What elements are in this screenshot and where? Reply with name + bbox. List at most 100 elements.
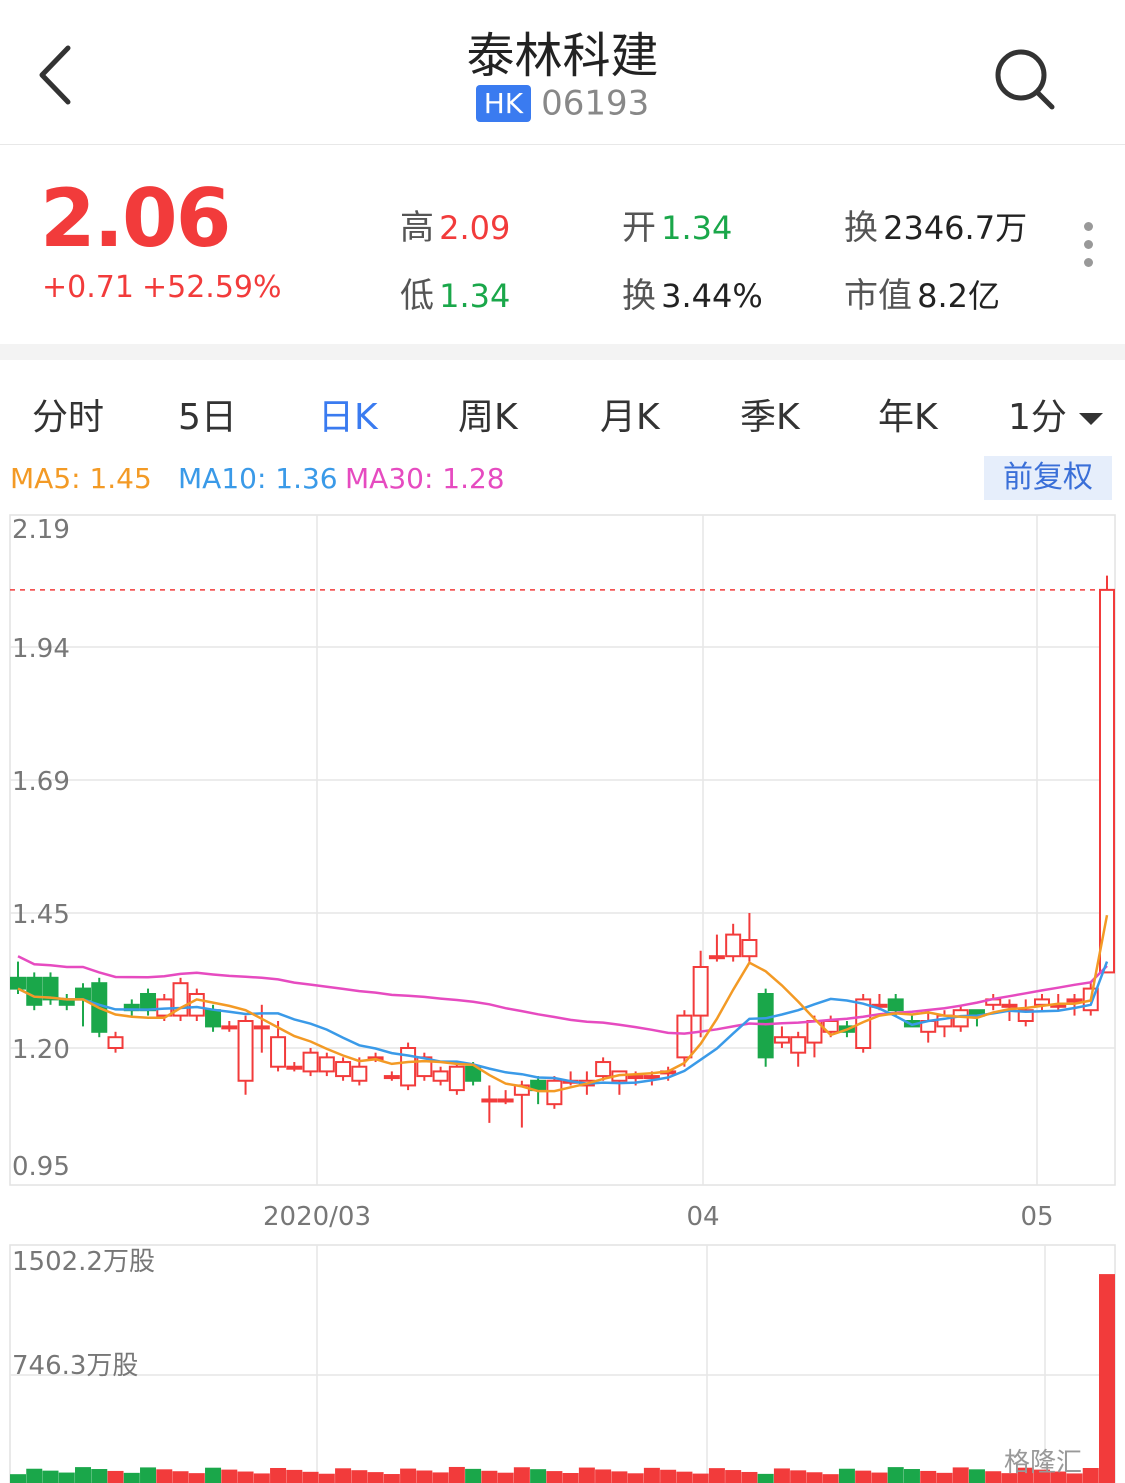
volume-bar <box>497 1472 514 1483</box>
volume-bar <box>123 1472 140 1483</box>
volume-tick-label: 746.3万股 <box>12 1351 138 1381</box>
volume-bar <box>237 1471 254 1483</box>
volume-bar <box>221 1469 238 1483</box>
volume-bar <box>75 1467 92 1483</box>
candle-body <box>627 1075 644 1080</box>
volume-bar <box>822 1474 839 1483</box>
candle-body <box>107 1036 124 1049</box>
candle-body <box>757 993 774 1059</box>
x-tick-label: 05 <box>1020 1202 1053 1232</box>
volume-bar <box>741 1471 758 1483</box>
y-tick-label: 2.19 <box>12 515 70 545</box>
volume-bar <box>302 1471 319 1483</box>
volume-bar <box>790 1470 807 1483</box>
volume-bar <box>611 1471 628 1483</box>
volume-bar <box>903 1469 920 1483</box>
volume-bar <box>985 1471 1002 1483</box>
candle-body <box>10 976 26 990</box>
volume-bar <box>806 1472 823 1483</box>
volume-bar <box>42 1470 59 1483</box>
candle-body <box>1099 588 1115 974</box>
volume-bar <box>513 1467 530 1483</box>
candle-body <box>253 1025 270 1030</box>
volume-bar <box>887 1467 904 1483</box>
candle-body <box>595 1061 612 1078</box>
volume-bar <box>156 1469 173 1483</box>
candle-body <box>383 1075 400 1080</box>
y-tick-label: 0.95 <box>12 1152 70 1182</box>
candle-body <box>692 966 709 1017</box>
volume-bar <box>188 1473 205 1483</box>
volume-bar <box>920 1470 937 1483</box>
volume-bar <box>627 1473 644 1483</box>
candle-body <box>790 1036 807 1054</box>
volume-bar <box>351 1470 368 1483</box>
volume-bar <box>676 1471 693 1483</box>
volume-bar <box>952 1467 969 1483</box>
chart-frame <box>9 514 1116 1186</box>
volume-bar <box>286 1469 303 1483</box>
volume-bar <box>855 1470 872 1483</box>
volume-bar <box>318 1473 335 1483</box>
candle-body <box>335 1061 352 1078</box>
candle-body <box>676 1014 693 1059</box>
volume-bar <box>546 1471 563 1483</box>
candle-body <box>432 1070 449 1082</box>
candle-body <box>952 1009 969 1028</box>
volume-bar <box>140 1467 157 1483</box>
volume-bar <box>578 1467 595 1483</box>
volume-bar <box>432 1472 449 1483</box>
volume-bar <box>708 1468 725 1483</box>
candle-body <box>773 1036 790 1044</box>
volume-bar <box>530 1469 547 1483</box>
candle-body <box>351 1065 368 1082</box>
volume-bar <box>1099 1274 1115 1483</box>
volume-bar <box>448 1466 465 1483</box>
watermark-logo: 格隆汇 <box>1004 1448 1083 1478</box>
candle-body <box>140 993 157 1012</box>
volume-bar <box>595 1469 612 1483</box>
candle-body <box>221 1025 238 1030</box>
y-tick-label: 1.20 <box>12 1035 70 1065</box>
candle-body <box>497 1098 514 1103</box>
volume-bar <box>205 1467 222 1483</box>
volume-bar <box>416 1470 433 1483</box>
volume-bar <box>871 1472 888 1483</box>
candle-body <box>448 1065 465 1092</box>
x-tick-label: 04 <box>686 1202 719 1232</box>
volume-bar <box>757 1473 774 1483</box>
candle-body <box>1001 1003 1018 1008</box>
volume-bar <box>383 1474 400 1483</box>
candle-body <box>546 1079 563 1106</box>
y-tick-label: 1.94 <box>12 634 70 664</box>
volume-bar <box>172 1471 189 1483</box>
candle-body <box>708 955 725 960</box>
candle-body <box>741 939 758 958</box>
candle-body <box>237 1020 254 1082</box>
volume-bar <box>643 1467 660 1483</box>
candle-body <box>205 1009 222 1028</box>
candle-body <box>286 1065 303 1070</box>
candle-body <box>643 1075 660 1080</box>
volume-bar <box>107 1470 124 1483</box>
volume-bar <box>936 1472 953 1483</box>
volume-bar <box>367 1472 384 1483</box>
candle-body <box>318 1056 335 1073</box>
volume-bar <box>10 1474 26 1483</box>
volume-bar <box>270 1467 287 1483</box>
candle-body <box>188 993 205 1017</box>
candle-body <box>26 976 43 1006</box>
volume-bar <box>968 1469 985 1483</box>
candle-body <box>725 933 742 958</box>
volume-bar <box>335 1468 352 1483</box>
volume-bar <box>838 1468 855 1483</box>
volume-frame <box>9 1244 1116 1483</box>
candlestick-chart[interactable]: 2.19 1.94 1.69 1.45 1.20 0.95 2020/03 04 05 1502.… <box>0 0 1125 1483</box>
y-tick-label: 1.45 <box>12 900 70 930</box>
volume-bar <box>465 1468 482 1483</box>
volume-bar <box>773 1468 790 1483</box>
volume-bar <box>253 1473 270 1483</box>
volume-bar <box>400 1468 417 1483</box>
volume-bar <box>562 1472 579 1483</box>
candle-body <box>1066 998 1083 1003</box>
